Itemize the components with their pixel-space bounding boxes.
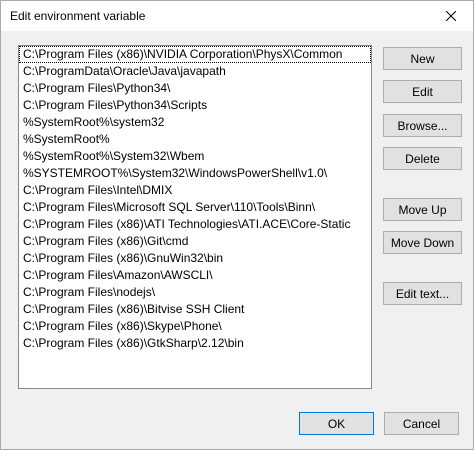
list-item[interactable]: C:\Program Files (x86)\GtkSharp\2.12\bin xyxy=(19,335,371,352)
edit-button[interactable]: Edit xyxy=(383,80,462,103)
list-item[interactable]: C:\Program Files (x86)\Bitvise SSH Clien… xyxy=(19,301,371,318)
list-item[interactable]: %SYSTEMROOT%\System32\WindowsPowerShell\… xyxy=(19,165,371,182)
edit-text-button[interactable]: Edit text... xyxy=(383,282,462,305)
delete-button[interactable]: Delete xyxy=(383,147,462,170)
path-list[interactable]: C:\Program Files (x86)\NVIDIA Corporatio… xyxy=(18,45,372,389)
close-button[interactable] xyxy=(429,1,473,31)
new-button[interactable]: New xyxy=(383,47,462,70)
list-item[interactable]: C:\Program Files (x86)\Git\cmd xyxy=(19,233,371,250)
list-item[interactable]: C:\Program Files (x86)\NVIDIA Corporatio… xyxy=(19,46,371,63)
list-item[interactable]: C:\Program Files (x86)\GnuWin32\bin xyxy=(19,250,371,267)
browse-button[interactable]: Browse... xyxy=(383,114,462,137)
edit-environment-variable-dialog: Edit environment variable C:\Program Fil… xyxy=(0,0,474,450)
list-item[interactable]: C:\Program Files\Python34\Scripts xyxy=(19,97,371,114)
list-item[interactable]: C:\Program Files\Amazon\AWSCLI\ xyxy=(19,267,371,284)
close-icon xyxy=(446,11,456,21)
list-item[interactable]: C:\Program Files\nodejs\ xyxy=(19,284,371,301)
list-item[interactable]: C:\Program Files\Intel\DMIX xyxy=(19,182,371,199)
move-up-button[interactable]: Move Up xyxy=(383,198,462,221)
cancel-button[interactable]: Cancel xyxy=(384,412,459,435)
list-item[interactable]: %SystemRoot%\system32 xyxy=(19,114,371,131)
list-item[interactable]: C:\Program Files (x86)\ATI Technologies\… xyxy=(19,216,371,233)
list-item[interactable]: %SystemRoot% xyxy=(19,131,371,148)
list-item[interactable]: C:\Program Files\Python34\ xyxy=(19,80,371,97)
window-title: Edit environment variable xyxy=(10,9,146,23)
list-item[interactable]: %SystemRoot%\System32\Wbem xyxy=(19,148,371,165)
title-bar: Edit environment variable xyxy=(1,1,473,31)
list-item[interactable]: C:\Program Files (x86)\Skype\Phone\ xyxy=(19,318,371,335)
ok-button[interactable]: OK xyxy=(299,412,374,435)
list-item[interactable]: C:\ProgramData\Oracle\Java\javapath xyxy=(19,63,371,80)
list-item[interactable]: C:\Program Files\Microsoft SQL Server\11… xyxy=(19,199,371,216)
move-down-button[interactable]: Move Down xyxy=(383,231,462,254)
